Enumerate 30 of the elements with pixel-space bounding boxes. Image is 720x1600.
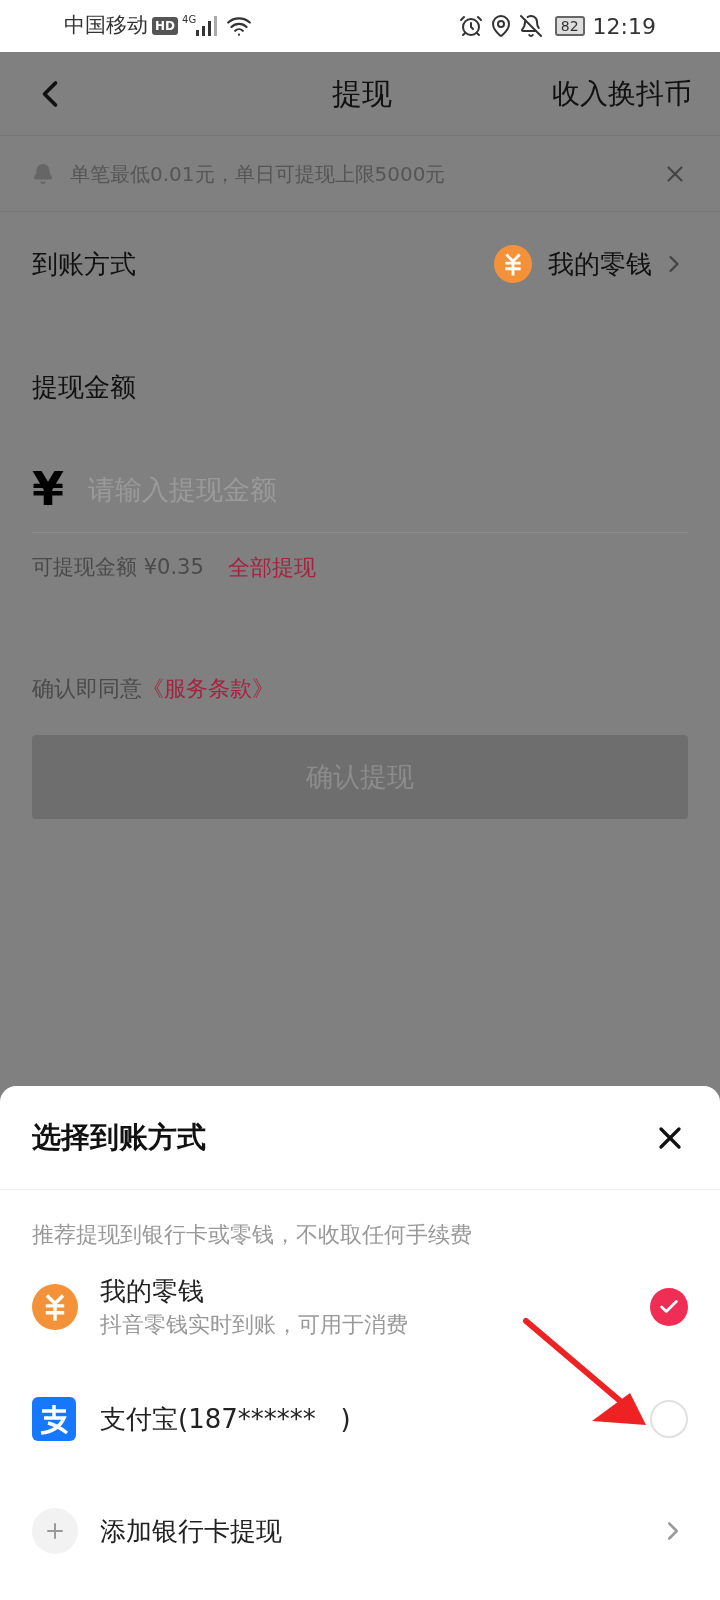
option-title: 我的零钱	[100, 1275, 205, 1308]
plus-icon	[32, 1508, 78, 1554]
exchange-coins-link[interactable]: 收入换抖币	[552, 72, 692, 115]
coin-icon	[494, 245, 532, 283]
currency-symbol: ¥	[32, 461, 64, 518]
payout-method-row[interactable]: 到账方式 我的零钱	[0, 212, 720, 316]
radio-button[interactable]	[650, 1400, 688, 1438]
alarm-icon	[458, 14, 483, 38]
option-subtitle: 抖音零钱实时到账，可用于消费	[100, 1311, 409, 1339]
network-type: 4G	[182, 13, 197, 27]
coin-icon	[32, 1284, 78, 1330]
sheet-hint: 推荐提现到银行卡或零钱，不收取任何手续费	[31, 1221, 473, 1249]
sheet-title: 选择到账方式	[32, 1118, 207, 1156]
row-label: 到账方式	[32, 247, 137, 281]
signal-icon	[196, 16, 219, 36]
bell-icon	[32, 162, 54, 185]
radio-button[interactable]	[650, 1288, 688, 1326]
payout-option[interactable]: 添加银行卡提现	[0, 1475, 720, 1587]
carrier-name: 中国移动	[64, 12, 148, 40]
option-title: 支付宝(187****** )	[100, 1403, 352, 1436]
hd-badge: HD	[152, 17, 178, 35]
payout-option[interactable]: 我的零钱 抖音零钱实时到账，可用于消费	[0, 1251, 720, 1363]
clock: 12:19	[592, 12, 656, 41]
payment-app-icon	[32, 1397, 76, 1441]
bell-off-icon	[518, 14, 543, 38]
page-title: 提现	[331, 75, 393, 113]
row-value: 我的零钱	[548, 247, 652, 281]
option-title: 添加银行卡提现	[100, 1515, 283, 1548]
battery-level: 82	[554, 16, 585, 36]
section-label: 提现金额	[31, 371, 137, 404]
